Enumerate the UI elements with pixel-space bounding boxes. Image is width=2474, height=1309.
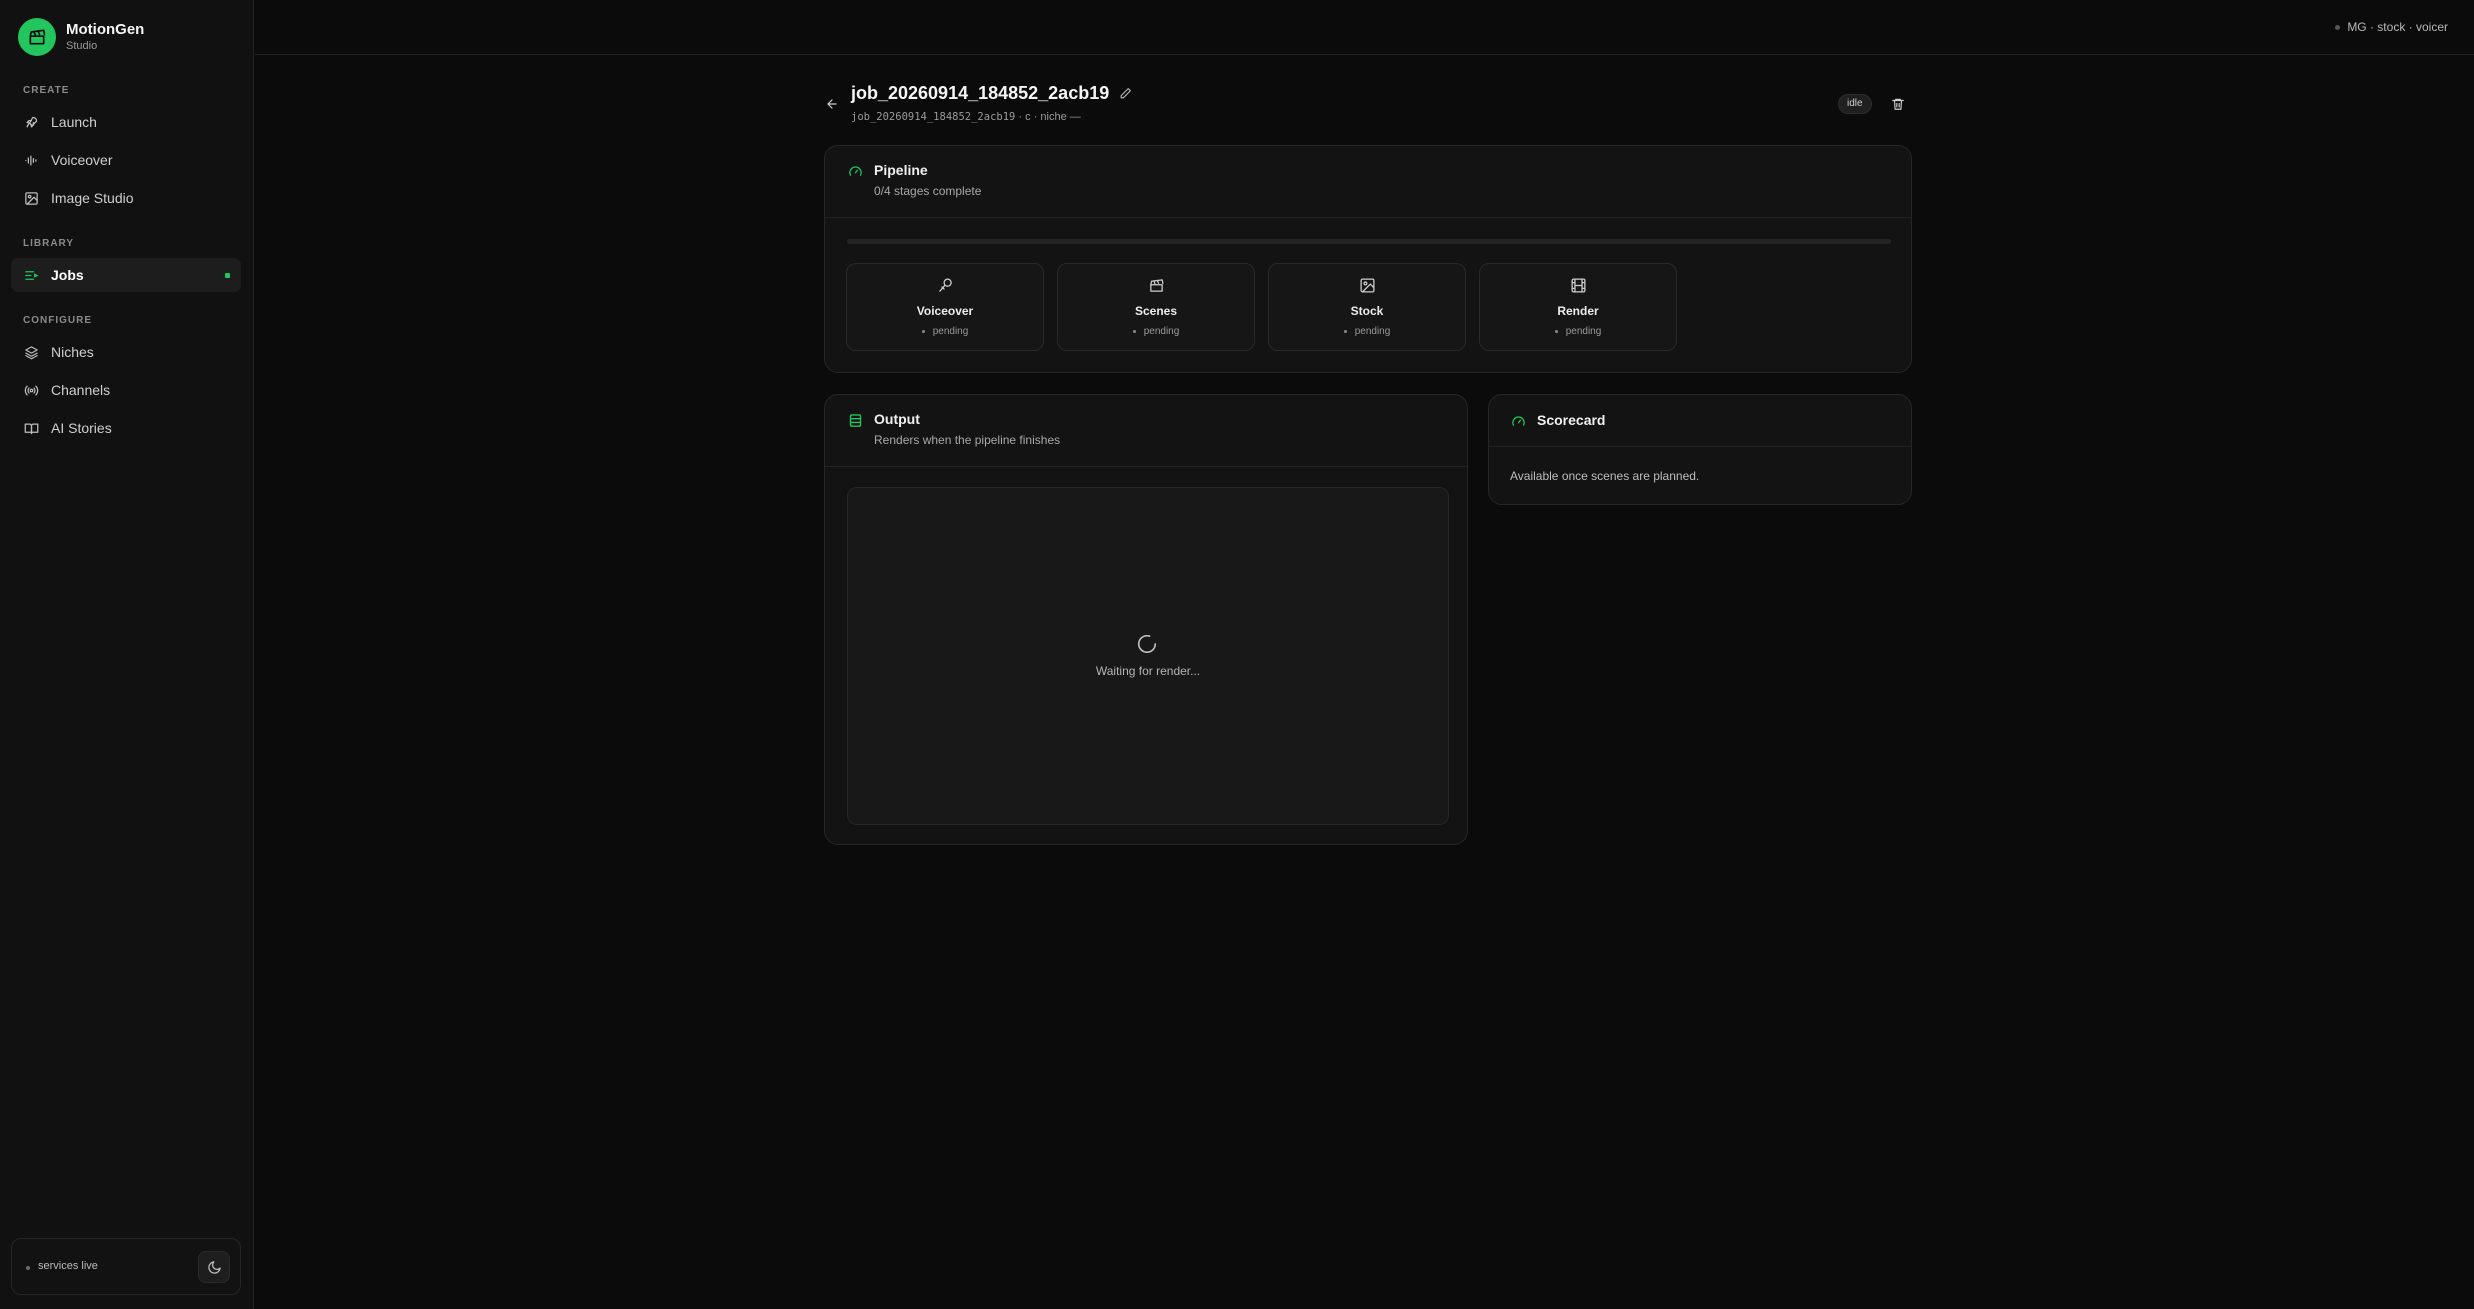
pipeline-title: Pipeline bbox=[874, 162, 928, 178]
output-subtitle: Renders when the pipeline finishes bbox=[874, 433, 1061, 447]
clapperboard-icon bbox=[1058, 277, 1254, 297]
output-title: Output bbox=[874, 411, 920, 427]
app-root: MotionGen Studio CREATE Launch Voiceover bbox=[0, 0, 2474, 1309]
stage-name: Render bbox=[1557, 304, 1599, 318]
pipeline-card-header: Pipeline 0/4 stages complete bbox=[825, 146, 1911, 218]
pipeline-card: Pipeline 0/4 stages complete Voiceover p… bbox=[824, 145, 1912, 373]
film-icon bbox=[1480, 277, 1676, 297]
sidebar-item-launch[interactable]: Launch bbox=[11, 105, 241, 139]
brand[interactable]: MotionGen Studio bbox=[18, 18, 144, 56]
rocket-icon bbox=[23, 114, 39, 130]
microphone-icon bbox=[847, 277, 1043, 297]
topbar: MG · stock · voicer bbox=[255, 0, 2474, 55]
pencil-icon bbox=[1120, 88, 1132, 99]
stage-name: Stock bbox=[1350, 304, 1384, 318]
stage-status: pending bbox=[1058, 326, 1254, 337]
sidebar-item-ai-stories[interactable]: AI Stories bbox=[11, 411, 241, 445]
clapperboard-logo-icon bbox=[18, 18, 56, 56]
stage-scenes[interactable]: Scenes pending bbox=[1057, 263, 1255, 351]
pipeline-subtitle: 0/4 stages complete bbox=[874, 184, 982, 198]
sidebar-item-jobs[interactable]: Jobs bbox=[11, 258, 241, 292]
list-icon bbox=[23, 267, 39, 283]
status-dot bbox=[2335, 24, 2341, 30]
brand-name: MotionGen bbox=[66, 21, 145, 38]
layers-icon bbox=[23, 344, 39, 360]
image-icon bbox=[23, 190, 39, 206]
stage-name: Scenes bbox=[1134, 304, 1178, 318]
sidebar-item-label: Voiceover bbox=[51, 152, 113, 168]
sidebar-item-label: Launch bbox=[51, 114, 97, 130]
stage-stock[interactable]: Stock pending bbox=[1268, 263, 1466, 351]
stage-status: pending bbox=[1269, 326, 1465, 337]
book-icon bbox=[23, 420, 39, 436]
trash-icon bbox=[1892, 98, 1904, 110]
brand-subtitle: Studio bbox=[66, 40, 98, 52]
sidebar-item-label: Niches bbox=[51, 344, 94, 360]
output-card: Output Renders when the pipeline finishe… bbox=[824, 394, 1468, 845]
scorecard-title: Scorecard bbox=[1537, 412, 1606, 428]
scorecard-card-header: Scorecard bbox=[1489, 395, 1911, 447]
stage-voiceover[interactable]: Voiceover pending bbox=[846, 263, 1044, 351]
output-card-header: Output Renders when the pipeline finishe… bbox=[825, 395, 1467, 467]
render-waiting-text: Waiting for render... bbox=[1095, 664, 1201, 678]
pipeline-progress-bar bbox=[847, 239, 1891, 244]
stage-status: pending bbox=[847, 326, 1043, 337]
status-badge: idle bbox=[1838, 94, 1872, 114]
broadcast-icon bbox=[23, 382, 39, 398]
section-label-create: CREATE bbox=[23, 85, 70, 96]
video-file-icon bbox=[847, 412, 863, 428]
stage-status: pending bbox=[1480, 326, 1676, 337]
job-title-text: job_20260914_184852_2acb19 bbox=[851, 83, 1110, 103]
edit-title-button[interactable] bbox=[1119, 87, 1132, 100]
stage-render[interactable]: Render pending bbox=[1479, 263, 1677, 351]
topbar-status: MG · stock · voicer bbox=[2335, 20, 2448, 34]
delete-job-button[interactable] bbox=[1888, 94, 1908, 114]
status-dot bbox=[26, 1266, 30, 1270]
active-indicator bbox=[225, 273, 230, 278]
services-status-text: services live bbox=[38, 1260, 98, 1272]
sidebar-item-label: Jobs bbox=[51, 267, 84, 283]
theme-toggle-button[interactable] bbox=[198, 1251, 230, 1283]
gallery-icon bbox=[1269, 277, 1465, 297]
stage-name: Voiceover bbox=[916, 304, 974, 318]
sidebar-item-niches[interactable]: Niches bbox=[11, 335, 241, 369]
sidebar-item-image-studio[interactable]: Image Studio bbox=[11, 181, 241, 215]
job-meta-id: job_20260914_184852_2acb19 bbox=[851, 111, 1016, 123]
sidebar-item-label: AI Stories bbox=[51, 420, 112, 436]
gauge-icon bbox=[1510, 413, 1526, 429]
back-button[interactable] bbox=[822, 94, 842, 114]
sidebar-item-voiceover[interactable]: Voiceover bbox=[11, 143, 241, 177]
sidebar-item-label: Image Studio bbox=[51, 190, 134, 206]
section-label-configure: CONFIGURE bbox=[23, 315, 92, 326]
audio-wave-icon bbox=[23, 152, 39, 168]
scorecard-message: Available once scenes are planned. bbox=[1510, 469, 1700, 483]
scorecard-card: Scorecard Available once scenes are plan… bbox=[1488, 394, 1912, 505]
gauge-icon bbox=[847, 163, 863, 179]
topbar-status-text: MG · stock · voicer bbox=[2347, 20, 2448, 34]
loading-spinner-icon bbox=[1137, 634, 1157, 653]
sidebar: MotionGen Studio CREATE Launch Voiceover bbox=[0, 0, 254, 1309]
sidebar-item-channels[interactable]: Channels bbox=[11, 373, 241, 407]
job-meta-rest: · c · niche — bbox=[1015, 111, 1081, 123]
job-meta: job_20260914_184852_2acb19 · c · niche — bbox=[851, 111, 1081, 123]
moon-icon bbox=[207, 1260, 221, 1274]
arrow-left-icon bbox=[827, 99, 837, 109]
sidebar-item-label: Channels bbox=[51, 382, 111, 398]
section-label-library: LIBRARY bbox=[23, 238, 75, 249]
page-title: job_20260914_184852_2acb19 bbox=[851, 83, 1132, 104]
services-status: services live bbox=[11, 1238, 241, 1295]
render-preview: Waiting for render... bbox=[847, 487, 1449, 825]
